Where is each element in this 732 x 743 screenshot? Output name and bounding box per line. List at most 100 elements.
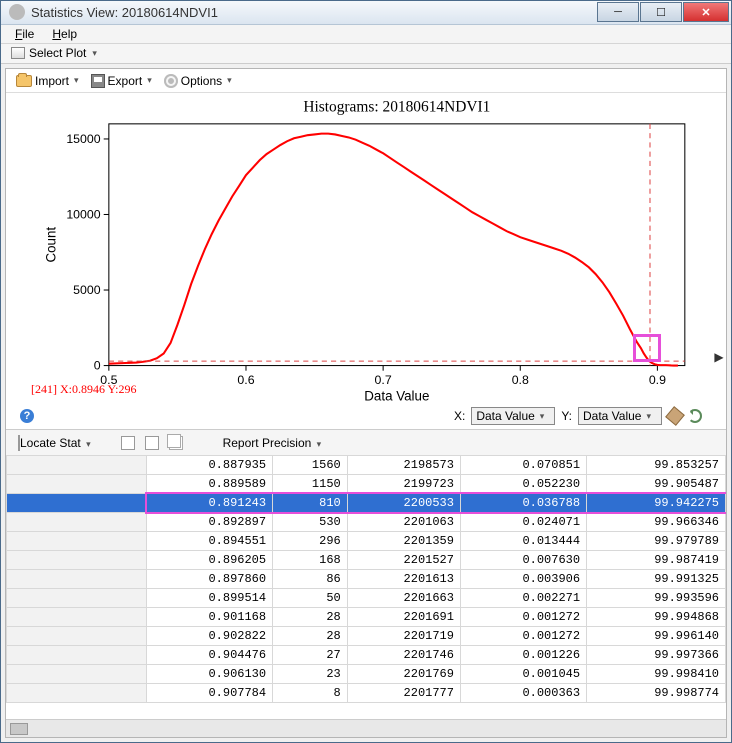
main-panel: Import Export Options Histograms: 201806… xyxy=(5,68,727,738)
table-cell: 2201613 xyxy=(347,570,460,589)
table-cell: 99.942275 xyxy=(587,494,726,513)
table-row[interactable]: 0.889589115021997230.05223099.905487 xyxy=(7,475,726,494)
table-cell: 0.901168 xyxy=(147,608,273,627)
chart-area[interactable]: Histograms: 20180614NDVI10.50.60.70.80.9… xyxy=(6,93,726,403)
table-cell: 0.036788 xyxy=(460,494,586,513)
table-cell: 0.906130 xyxy=(147,665,273,684)
table-cell: 0.887935 xyxy=(147,456,273,475)
minimize-button[interactable]: ─ xyxy=(597,2,639,22)
table-cell: 810 xyxy=(273,494,348,513)
table-cell: 99.996140 xyxy=(587,627,726,646)
table-cell xyxy=(7,665,147,684)
expand-right-icon[interactable]: ▶ xyxy=(714,348,724,366)
table-row[interactable]: 0.8978608622016130.00390699.991325 xyxy=(7,570,726,589)
view-mode-1-icon[interactable] xyxy=(121,436,135,450)
table-cell xyxy=(7,532,147,551)
table-cell: 1560 xyxy=(273,456,348,475)
table-cell: 2201063 xyxy=(347,513,460,532)
table-cell: 99.993596 xyxy=(587,589,726,608)
table-cell: 99.998410 xyxy=(587,665,726,684)
svg-text:10000: 10000 xyxy=(66,208,100,222)
table-cell: 0.070851 xyxy=(460,456,586,475)
table-cell: 0.001045 xyxy=(460,665,586,684)
histogram-chart[interactable]: Histograms: 20180614NDVI10.50.60.70.80.9… xyxy=(6,93,726,412)
table-cell xyxy=(7,646,147,665)
table-row[interactable]: 0.89620516822015270.00763099.987419 xyxy=(7,551,726,570)
select-plot-label: Select Plot xyxy=(29,46,86,60)
menubar: File Help xyxy=(1,25,731,44)
table-cell: 0.000363 xyxy=(460,684,586,703)
svg-text:0.6: 0.6 xyxy=(237,373,254,387)
save-icon xyxy=(91,74,105,88)
table-cell: 2201663 xyxy=(347,589,460,608)
table-cell: 2201527 xyxy=(347,551,460,570)
table-row[interactable]: 0.89289753022010630.02407199.966346 xyxy=(7,513,726,532)
refresh-icon[interactable] xyxy=(688,409,702,423)
horizontal-scrollbar[interactable] xyxy=(6,719,726,737)
table-cell: 99.994868 xyxy=(587,608,726,627)
table-cell: 2201769 xyxy=(347,665,460,684)
folder-icon xyxy=(16,75,32,87)
table-toolbar: Locate Stat Report Precision xyxy=(6,429,726,455)
table-cell xyxy=(7,456,147,475)
table-row[interactable]: 0.907784822017770.00036399.998774 xyxy=(7,684,726,703)
report-precision-label: Report Precision xyxy=(223,436,312,450)
svg-text:15000: 15000 xyxy=(66,132,100,146)
table-cell xyxy=(7,551,147,570)
table-row[interactable]: 0.887935156021985730.07085199.853257 xyxy=(7,456,726,475)
view-mode-2-icon[interactable] xyxy=(145,436,159,450)
table-cell: 28 xyxy=(273,627,348,646)
table-row[interactable]: 0.8995145022016630.00227199.993596 xyxy=(7,589,726,608)
table-row[interactable]: 0.9061302322017690.00104599.998410 xyxy=(7,665,726,684)
table-cell: 168 xyxy=(273,551,348,570)
svg-text:5000: 5000 xyxy=(73,283,101,297)
table-cell: 86 xyxy=(273,570,348,589)
table-cell: 0.003906 xyxy=(460,570,586,589)
table-row[interactable]: 0.89124381022005330.03678899.942275 xyxy=(7,494,726,513)
table-wrap[interactable]: 0.887935156021985730.07085199.8532570.88… xyxy=(6,455,726,719)
table-row[interactable]: 0.9028222822017190.00127299.996140 xyxy=(7,627,726,646)
table-cell: 0.899514 xyxy=(147,589,273,608)
table-cell: 0.889589 xyxy=(147,475,273,494)
table-cell: 99.905487 xyxy=(587,475,726,494)
svg-text:0.7: 0.7 xyxy=(375,373,392,387)
table-cell: 2201777 xyxy=(347,684,460,703)
table-cell: 0.892897 xyxy=(147,513,273,532)
table-cell: 27 xyxy=(273,646,348,665)
titlebar: Statistics View: 20180614NDVI1 ─ ☐ ✕ xyxy=(1,1,731,25)
table-cell: 2201691 xyxy=(347,608,460,627)
table-cell xyxy=(7,608,147,627)
table-cell: 0.024071 xyxy=(460,513,586,532)
select-plot-button[interactable]: Select Plot xyxy=(7,44,101,62)
table-cell: 8 xyxy=(273,684,348,703)
scrollbar-thumb[interactable] xyxy=(10,723,28,735)
stats-table[interactable]: 0.887935156021985730.07085199.8532570.88… xyxy=(6,455,726,703)
table-row[interactable]: 0.9044762722017460.00122699.997366 xyxy=(7,646,726,665)
options-button[interactable]: Options xyxy=(164,74,232,88)
table-cell xyxy=(7,570,147,589)
table-cell: 0.013444 xyxy=(460,532,586,551)
locate-stat-button[interactable]: Locate Stat xyxy=(18,436,91,450)
chart-toolbar: Import Export Options xyxy=(6,69,726,93)
menu-file[interactable]: File xyxy=(7,25,42,43)
table-cell: 0.907784 xyxy=(147,684,273,703)
close-button[interactable]: ✕ xyxy=(683,2,729,22)
app-window: Statistics View: 20180614NDVI1 ─ ☐ ✕ Fil… xyxy=(0,0,732,743)
maximize-button[interactable]: ☐ xyxy=(640,2,682,22)
export-label: Export xyxy=(108,74,143,88)
table-cell: 1150 xyxy=(273,475,348,494)
table-cell xyxy=(7,494,147,513)
table-cell xyxy=(7,627,147,646)
table-cell: 0.902822 xyxy=(147,627,273,646)
report-precision-button[interactable]: Report Precision xyxy=(223,436,322,450)
table-cell: 99.997366 xyxy=(587,646,726,665)
export-button[interactable]: Export xyxy=(91,74,152,88)
table-row[interactable]: 0.9011682822016910.00127299.994868 xyxy=(7,608,726,627)
table-row[interactable]: 0.89455129622013590.01344499.979789 xyxy=(7,532,726,551)
table-cell: 0.894551 xyxy=(147,532,273,551)
table-cell: 99.979789 xyxy=(587,532,726,551)
copy-icon[interactable] xyxy=(169,436,183,450)
table-cell: 99.853257 xyxy=(587,456,726,475)
menu-help[interactable]: Help xyxy=(44,25,85,43)
import-button[interactable]: Import xyxy=(16,74,79,88)
